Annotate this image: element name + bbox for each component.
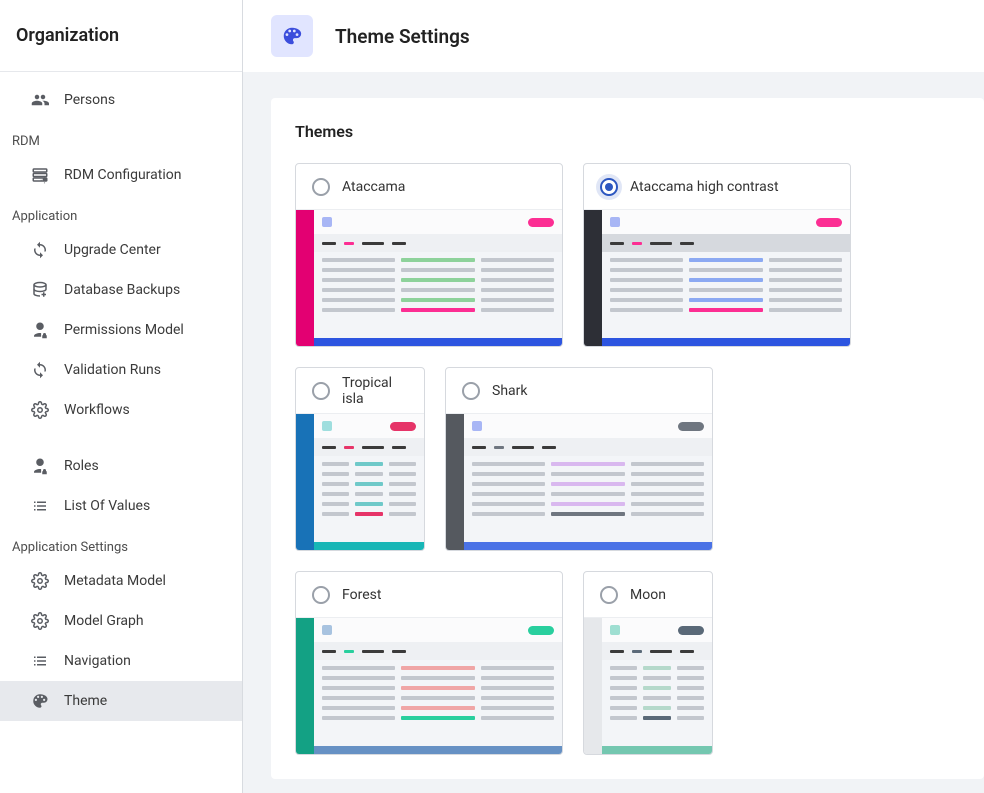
theme-grid: Ataccama Ataccama high contrast Tropical i…	[295, 163, 984, 755]
sidebar-item-label: Database Backups	[64, 282, 180, 298]
theme-preview	[584, 210, 850, 346]
sidebar-group-label: Application Settings	[0, 526, 242, 561]
sidebar-group-label: Application	[0, 195, 242, 230]
themes-panel: Themes Ataccama Ataccama high contrast Tro…	[271, 98, 984, 779]
theme-radio[interactable]	[600, 178, 618, 196]
gear-icon	[30, 400, 50, 420]
theme-radio[interactable]	[312, 586, 330, 604]
db-icon	[30, 280, 50, 300]
sidebar-group-label: RDM	[0, 120, 242, 155]
sidebar-item-validation[interactable]: Validation Runs	[0, 350, 242, 390]
theme-card-moon[interactable]: Moon	[583, 571, 713, 755]
permlock-icon	[30, 320, 50, 340]
theme-preview	[296, 210, 562, 346]
theme-label: Forest	[342, 587, 381, 603]
theme-card-header: Tropical isla	[296, 368, 424, 414]
sidebar-item-label: Model Graph	[64, 613, 144, 629]
sidebar-item-label: Roles	[64, 458, 99, 474]
theme-radio[interactable]	[462, 382, 480, 400]
sidebar-item-label: Navigation	[64, 653, 131, 669]
theme-label: Tropical isla	[342, 375, 408, 407]
sidebar-item-roles[interactable]: Roles	[0, 446, 242, 486]
gear-icon	[30, 611, 50, 631]
sidebar-item-label: Workflows	[64, 402, 130, 418]
theme-label: Shark	[492, 383, 527, 399]
sync-icon	[30, 360, 50, 380]
theme-card-high-contrast[interactable]: Ataccama high contrast	[583, 163, 851, 347]
sidebar-item-theme[interactable]: Theme	[0, 681, 242, 721]
theme-card-shark[interactable]: Shark	[445, 367, 713, 551]
theme-preview	[296, 414, 424, 550]
theme-preview	[446, 414, 712, 550]
theme-label: Ataccama high contrast	[630, 179, 779, 195]
sidebar-item-label: Permissions Model	[64, 322, 184, 338]
content: Themes Ataccama Ataccama high contrast Tro…	[243, 72, 984, 793]
theme-card-tropical[interactable]: Tropical isla	[295, 367, 425, 551]
sidebar-item-upgrade[interactable]: Upgrade Center	[0, 230, 242, 270]
sidebar-item-label: Theme	[64, 693, 107, 709]
theme-card-header: Forest	[296, 572, 562, 618]
rdm-icon	[30, 165, 50, 185]
gear-icon	[30, 571, 50, 591]
theme-card-header: Ataccama	[296, 164, 562, 210]
theme-preview	[296, 618, 562, 754]
persons-icon	[30, 90, 50, 110]
sidebar-item-graph[interactable]: Model Graph	[0, 601, 242, 641]
theme-card-ataccama[interactable]: Ataccama	[295, 163, 563, 347]
sidebar-item-label: Validation Runs	[64, 362, 161, 378]
theme-card-header: Ataccama high contrast	[584, 164, 850, 210]
sidebar-item-label: RDM Configuration	[64, 167, 181, 183]
sidebar-item-workflows[interactable]: Workflows	[0, 390, 242, 430]
sidebar-item-label: Upgrade Center	[64, 242, 161, 258]
sidebar-item-label: List Of Values	[64, 498, 150, 514]
page-title: Theme Settings	[335, 25, 470, 48]
sidebar-item-perms[interactable]: Permissions Model	[0, 310, 242, 350]
palette-icon	[30, 691, 50, 711]
sidebar-item-navigation[interactable]: Navigation	[0, 641, 242, 681]
sidebar: Organization Persons RDM RDM Configuration…	[0, 0, 243, 793]
sidebar-item-label: Metadata Model	[64, 573, 166, 589]
theme-label: Moon	[630, 587, 666, 603]
theme-card-header: Moon	[584, 572, 712, 618]
sidebar-item-meta[interactable]: Metadata Model	[0, 561, 242, 601]
theme-radio[interactable]	[312, 178, 330, 196]
sidebar-item-rdm-config[interactable]: RDM Configuration	[0, 155, 242, 195]
main: Theme Settings Themes Ataccama Ataccama h…	[243, 0, 984, 793]
theme-card-header: Shark	[446, 368, 712, 414]
sidebar-title: Organization	[16, 25, 119, 46]
themes-panel-title: Themes	[295, 122, 984, 141]
sidebar-item-backups[interactable]: Database Backups	[0, 270, 242, 310]
palette-icon	[271, 15, 313, 57]
list-icon	[30, 496, 50, 516]
theme-label: Ataccama	[342, 179, 405, 195]
sidebar-header: Organization	[0, 0, 242, 72]
theme-radio[interactable]	[312, 382, 330, 400]
sidebar-body: Persons RDM RDM Configuration Application Up…	[0, 72, 242, 721]
main-header: Theme Settings	[243, 0, 984, 72]
sync-icon	[30, 240, 50, 260]
permlock-icon	[30, 456, 50, 476]
list-icon	[30, 651, 50, 671]
sidebar-item-persons[interactable]: Persons	[0, 80, 242, 120]
sidebar-item-lov[interactable]: List Of Values	[0, 486, 242, 526]
sidebar-item-label: Persons	[64, 92, 115, 108]
theme-preview	[584, 618, 712, 754]
theme-radio[interactable]	[600, 586, 618, 604]
theme-card-forest[interactable]: Forest	[295, 571, 563, 755]
